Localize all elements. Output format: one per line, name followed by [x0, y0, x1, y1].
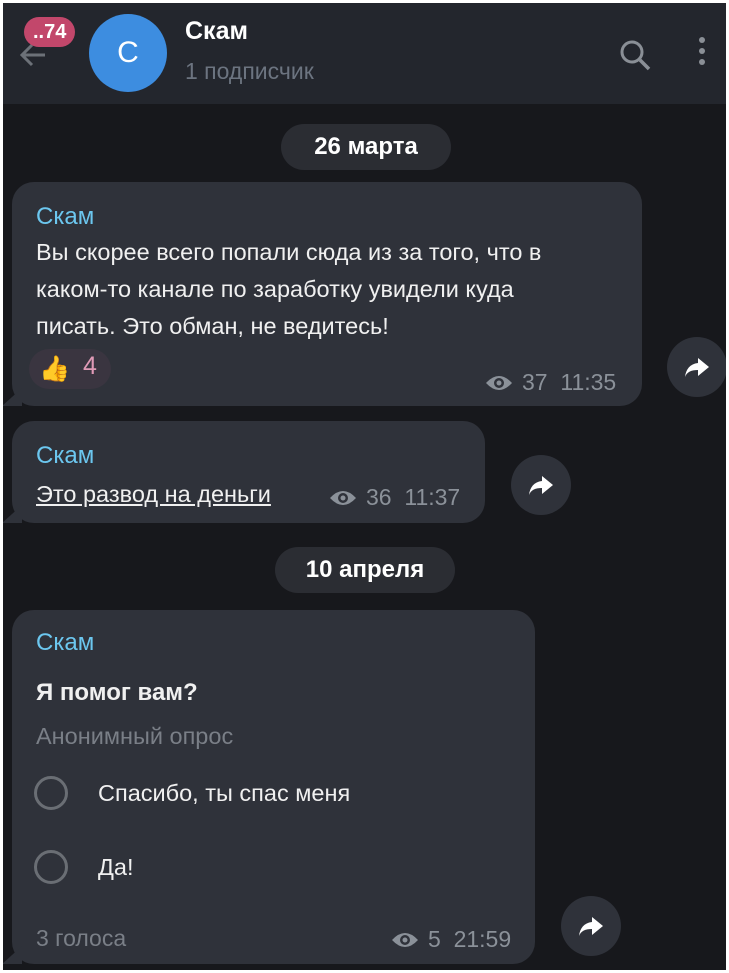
view-count: 5	[428, 926, 441, 952]
message-bubble[interactable]: Скам Это развод на деньги 36 11:37	[3, 421, 485, 523]
chat-header: ..74 С Скам 1 подписчик	[3, 3, 726, 104]
poll-option-radio-icon[interactable]	[34, 776, 68, 810]
message-meta: 5 21:59	[390, 926, 511, 953]
subscriber-count: 1 подписчик	[185, 58, 314, 84]
message-author[interactable]: Скам	[36, 442, 94, 470]
message-text: Это развод на деньги	[36, 476, 271, 513]
view-count: 36	[366, 484, 392, 510]
reaction-chip[interactable]: 👍 4	[29, 349, 111, 389]
reaction-count: 4	[83, 352, 97, 380]
message-text: Вы скорее всего попали сюда из за того, …	[36, 239, 542, 339]
date-separator: 26 марта	[281, 124, 451, 170]
forward-button[interactable]	[561, 896, 621, 956]
avatar[interactable]: С	[89, 14, 167, 92]
forward-button[interactable]	[667, 337, 726, 397]
poll-question: Я помог вам?	[36, 679, 198, 706]
eye-icon	[392, 933, 418, 947]
forward-button[interactable]	[511, 455, 571, 515]
message-meta: 36 11:37	[328, 484, 460, 511]
chat-window: ..74 С Скам 1 подписчик 26 марта Скам Вы…	[3, 3, 726, 970]
poll-vote-count: 3 голоса	[36, 925, 127, 951]
thumbs-up-icon: 👍	[39, 355, 71, 383]
message-time: 11:37	[404, 484, 461, 510]
unread-badge: ..74	[24, 17, 76, 47]
search-icon[interactable]	[618, 38, 652, 72]
message-bubble[interactable]: Скам Вы скорее всего попали сюда из за т…	[3, 182, 642, 406]
message-meta: 37 11:35	[484, 369, 616, 396]
poll-message-bubble[interactable]: Скам Я помог вам? Анонимный опрос Спасиб…	[3, 610, 535, 964]
forward-icon	[685, 358, 709, 377]
eye-icon	[486, 376, 512, 390]
message-time: 21:59	[453, 926, 512, 952]
poll-option[interactable]: Спасибо, ты спас меня	[98, 780, 350, 807]
message-author[interactable]: Скам	[36, 203, 94, 231]
eye-icon	[330, 491, 356, 505]
date-separator: 10 апреля	[275, 547, 455, 593]
poll-option[interactable]: Да!	[98, 854, 134, 881]
forward-icon	[579, 917, 603, 936]
message-author[interactable]: Скам	[36, 629, 94, 657]
poll-type: Анонимный опрос	[36, 723, 234, 749]
chat-title[interactable]: Скам	[185, 17, 248, 46]
message-time: 11:35	[560, 369, 617, 395]
message-link[interactable]: Это развод на деньги	[36, 481, 271, 507]
poll-option-radio-icon[interactable]	[34, 850, 68, 884]
more-vertical-icon[interactable]	[696, 37, 708, 73]
view-count: 37	[522, 369, 548, 395]
forward-icon	[529, 476, 553, 495]
